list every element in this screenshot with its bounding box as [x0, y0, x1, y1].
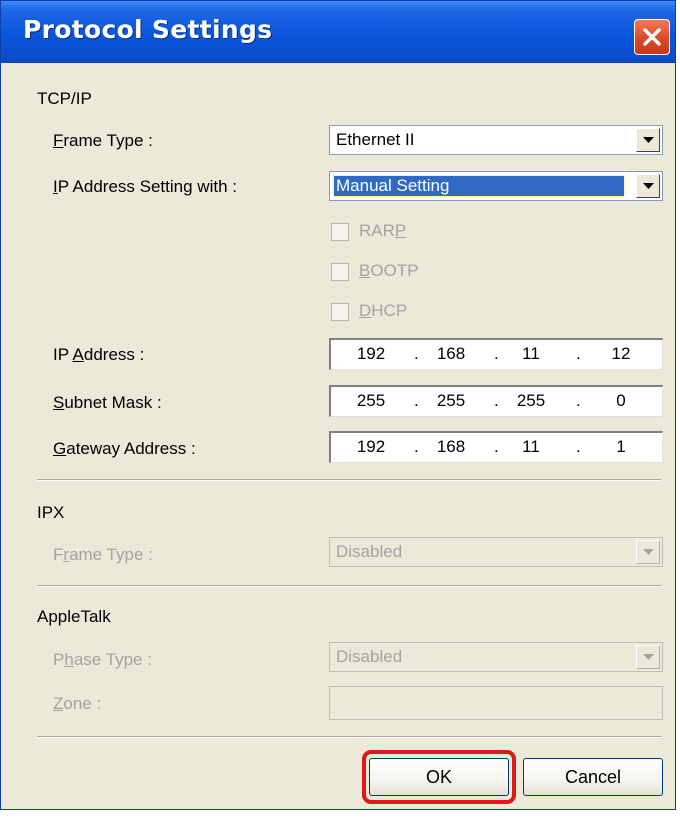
- subnet-mask-separator: .: [414, 391, 419, 410]
- section-divider: [37, 736, 661, 738]
- ip-address-octet-1[interactable]: 192: [343, 344, 399, 364]
- frame-type-select[interactable]: Ethernet II: [329, 125, 663, 155]
- chevron-down-icon: [643, 654, 654, 660]
- rarp-label-pre: RAR: [359, 221, 395, 240]
- bootp-label-post: OOTP: [370, 261, 419, 280]
- appletalk-section-title: AppleTalk: [37, 607, 111, 626]
- ip-setting-value: Manual Setting: [333, 175, 625, 197]
- chevron-down-icon: [643, 549, 654, 555]
- rarp-label: RARP: [359, 221, 406, 241]
- chevron-down-icon: [643, 183, 654, 189]
- ip-setting-label: IP Address Setting with :: [53, 177, 237, 197]
- ip-address-separator: .: [414, 344, 419, 363]
- ip-address-octet-4[interactable]: 12: [593, 344, 649, 364]
- phase-type-dropdown-button[interactable]: [636, 645, 660, 669]
- ip-address-label-post: ddress :: [83, 345, 145, 364]
- frame-type-dropdown-button[interactable]: [636, 128, 660, 152]
- cancel-button[interactable]: Cancel: [523, 758, 663, 796]
- rarp-checkbox[interactable]: [331, 223, 349, 241]
- subnet-mask-separator: .: [576, 391, 581, 410]
- dhcp-label-accesskey: D: [359, 301, 372, 320]
- subnet-mask-octet-4[interactable]: 0: [593, 391, 649, 411]
- phase-type-value: Disabled: [336, 647, 403, 666]
- phase-type-label-post: ase Type :: [73, 650, 152, 669]
- gateway-address-octet-3[interactable]: 11: [503, 437, 559, 457]
- ipx-frame-type-label: Frame Type :: [53, 545, 153, 565]
- gateway-address-octet-2[interactable]: 168: [423, 437, 479, 457]
- tcpip-section-title: TCP/IP: [37, 89, 92, 108]
- rarp-label-accesskey: P: [394, 221, 407, 240]
- phase-type-label: Phase Type :: [53, 650, 152, 670]
- gateway-address-separator: .: [414, 437, 419, 456]
- bootp-label-accesskey: B: [359, 261, 371, 280]
- ip-setting-dropdown-button[interactable]: [636, 174, 660, 198]
- window-title: Protocol Settings: [23, 15, 273, 44]
- ipx-frame-type-label-post: ame Type :: [69, 545, 153, 564]
- gateway-address-separator: .: [576, 437, 581, 456]
- ip-address-separator: .: [494, 344, 499, 363]
- ip-address-label: IP Address :: [53, 345, 144, 365]
- ipx-section-title: IPX: [37, 503, 65, 522]
- chevron-down-icon: [643, 137, 654, 143]
- subnet-mask-separator: .: [494, 391, 499, 410]
- gateway-address-octet-4[interactable]: 1: [593, 437, 649, 457]
- zone-label-text: one :: [63, 694, 102, 713]
- subnet-mask-label: Subnet Mask :: [53, 393, 162, 413]
- gateway-address-separator: .: [494, 437, 499, 456]
- protocol-settings-dialog: Protocol Settings TCP/IP Frame Type : Et…: [0, 0, 676, 810]
- subnet-mask-octet-2[interactable]: 255: [423, 391, 479, 411]
- ip-address-input[interactable]: 192 . 168 . 11 . 12: [329, 338, 663, 370]
- bootp-label: BOOTP: [359, 261, 419, 281]
- ipx-frame-type-value: Disabled: [336, 542, 403, 561]
- ipx-frame-type-select[interactable]: Disabled: [329, 537, 663, 567]
- frame-type-label-text: rame Type :: [63, 131, 153, 150]
- gateway-address-octet-1[interactable]: 192: [343, 437, 399, 457]
- subnet-mask-label-text: ubnet Mask :: [64, 393, 162, 412]
- gateway-address-label-text: ateway Address :: [66, 439, 196, 458]
- subnet-mask-octet-1[interactable]: 255: [343, 391, 399, 411]
- section-divider: [37, 585, 661, 587]
- subnet-mask-input[interactable]: 255 . 255 . 255 . 0: [329, 385, 663, 417]
- ip-address-octet-2[interactable]: 168: [423, 344, 479, 364]
- section-divider: [37, 479, 661, 481]
- frame-type-label-accesskey: F: [53, 131, 64, 150]
- gateway-address-label: Gateway Address :: [53, 439, 196, 459]
- dhcp-label-post: HCP: [371, 301, 408, 320]
- dhcp-label: DHCP: [359, 301, 407, 321]
- ip-address-label-accesskey: A: [72, 345, 84, 364]
- ip-address-octet-3[interactable]: 11: [503, 344, 559, 364]
- ip-address-separator: .: [576, 344, 581, 363]
- close-icon: [643, 28, 661, 46]
- bootp-checkbox[interactable]: [331, 263, 349, 281]
- subnet-mask-octet-3[interactable]: 255: [503, 391, 559, 411]
- ok-button[interactable]: OK: [369, 758, 509, 796]
- ip-address-label-pre: IP: [53, 345, 73, 364]
- dhcp-checkbox[interactable]: [331, 303, 349, 321]
- zone-label: Zone :: [53, 694, 101, 714]
- gateway-address-label-accesskey: G: [53, 439, 67, 458]
- phase-type-label-pre: P: [53, 650, 65, 669]
- ip-setting-label-text: P Address Setting with :: [57, 177, 237, 196]
- zone-label-accesskey: Z: [53, 694, 64, 713]
- subnet-mask-label-accesskey: S: [53, 393, 65, 412]
- ipx-frame-type-dropdown-button[interactable]: [636, 540, 660, 564]
- ip-setting-select[interactable]: Manual Setting: [329, 171, 663, 201]
- title-bar[interactable]: Protocol Settings: [1, 1, 675, 63]
- frame-type-value: Ethernet II: [336, 130, 415, 149]
- close-button[interactable]: [634, 19, 670, 55]
- phase-type-label-accesskey: h: [64, 650, 74, 669]
- zone-input[interactable]: [329, 686, 663, 720]
- phase-type-select[interactable]: Disabled: [329, 642, 663, 672]
- gateway-address-input[interactable]: 192 . 168 . 11 . 1: [329, 431, 663, 463]
- ipx-frame-type-label-pre: F: [53, 545, 64, 564]
- frame-type-label: Frame Type :: [53, 131, 153, 151]
